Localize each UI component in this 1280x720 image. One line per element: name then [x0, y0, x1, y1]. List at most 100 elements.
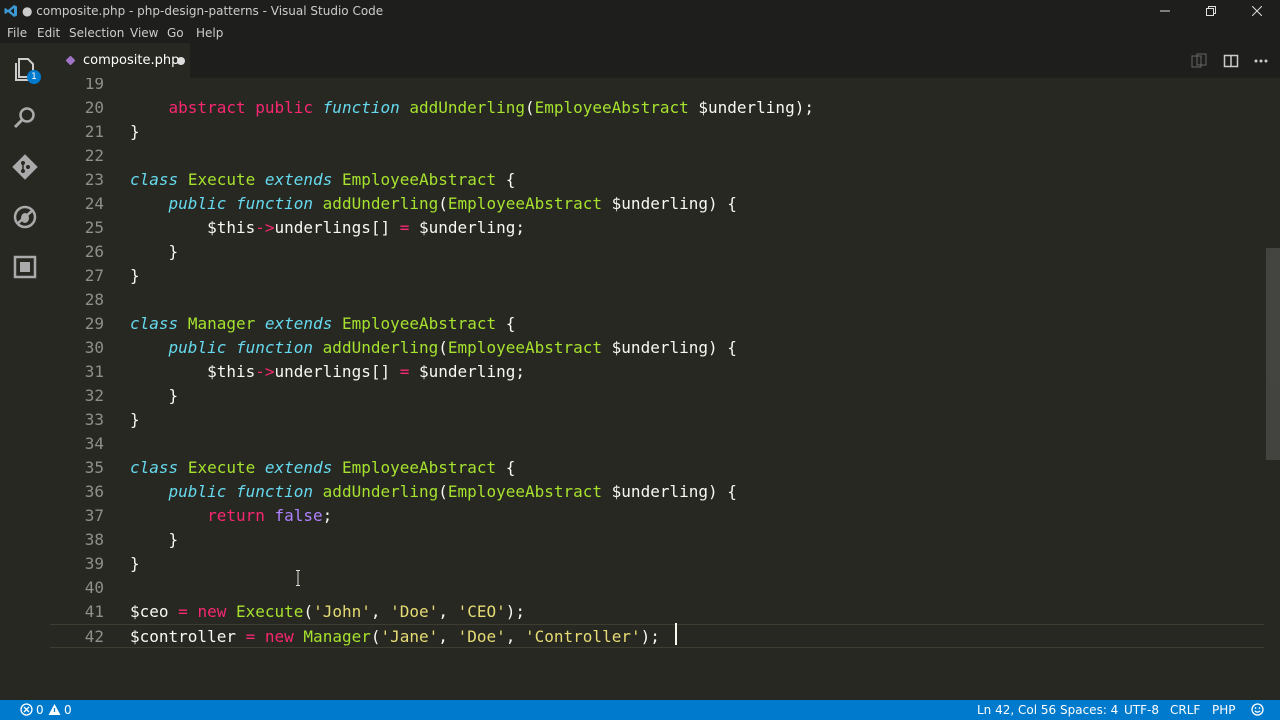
line-number: 24 [84, 194, 104, 213]
line-number: 19 [84, 78, 104, 93]
git-icon [12, 154, 38, 180]
encoding[interactable]: UTF-8 [1124, 703, 1159, 717]
code-line[interactable]: 32 } [50, 384, 1264, 408]
code-text[interactable]: } [130, 552, 140, 576]
code-line[interactable]: 28 [50, 288, 1264, 312]
code-line[interactable]: 42 $controller = new Manager('Jane', 'Doe… [50, 624, 1264, 648]
unsaved-dot-icon[interactable] [177, 57, 185, 65]
minimize-icon [1160, 10, 1170, 12]
code-text[interactable]: public function addUnderling(EmployeeAbs… [130, 480, 737, 504]
debug-button[interactable] [11, 203, 39, 231]
cursor-position[interactable]: Ln 42, Col 56 [977, 703, 1056, 717]
code-token: addUnderling [322, 194, 439, 213]
minimize-button[interactable] [1142, 0, 1188, 22]
code-line[interactable]: 22 [50, 144, 1264, 168]
indentation[interactable]: Spaces: 4 [1060, 703, 1118, 717]
code-text[interactable]: } [130, 408, 140, 432]
title-bar: ● composite.php - php-design-patterns - … [0, 0, 1280, 22]
code-token: 'Doe' [390, 602, 439, 621]
code-text[interactable]: class Execute extends EmployeeAbstract { [130, 168, 515, 192]
code-token: public [168, 338, 227, 357]
language-mode[interactable]: PHP [1212, 703, 1236, 717]
code-line[interactable]: 27} [50, 264, 1264, 288]
search-button[interactable] [11, 104, 39, 132]
code-text[interactable]: return false; [130, 504, 332, 528]
code-line[interactable]: 36 public function addUnderling(Employee… [50, 480, 1264, 504]
menu-file[interactable]: File [7, 26, 27, 40]
php-file-icon [66, 56, 75, 65]
menu-selection[interactable]: Selection [69, 26, 124, 40]
error-icon[interactable] [20, 703, 33, 716]
code-text[interactable]: class Manager extends EmployeeAbstract { [130, 312, 515, 336]
restore-button[interactable] [1188, 0, 1234, 22]
code-text[interactable]: } [130, 384, 179, 408]
code-text[interactable]: $ceo = new Execute('John', 'Doe', 'CEO')… [130, 600, 525, 624]
code-line[interactable]: 29 class Manager extends EmployeeAbstract… [50, 312, 1264, 336]
code-line[interactable]: 37 return false; [50, 504, 1264, 528]
line-number: 34 [84, 434, 104, 453]
code-text[interactable]: $controller = new Manager('Jane', 'Doe',… [130, 625, 660, 649]
warning-icon[interactable] [48, 703, 61, 716]
code-token: public [168, 482, 227, 501]
code-text[interactable]: $this->underlings[] = $underling; [130, 216, 525, 240]
code-token: ); [505, 602, 526, 621]
code-token: { [496, 314, 516, 333]
code-line[interactable]: 41 $ceo = new Execute('John', 'Doe', 'CEO… [50, 600, 1264, 624]
scrollbar-thumb[interactable] [1266, 248, 1280, 460]
split-editor-icon[interactable] [1223, 53, 1239, 69]
code-line[interactable]: 34 [50, 432, 1264, 456]
code-line[interactable]: 35 class Execute extends EmployeeAbstract… [50, 456, 1264, 480]
menu-go[interactable]: Go [167, 26, 184, 40]
code-text[interactable]: public function addUnderling(EmployeeAbs… [130, 336, 737, 360]
close-button[interactable] [1234, 0, 1280, 22]
code-token: } [130, 530, 179, 549]
code-token: EmployeeAbstract [341, 458, 497, 477]
code-line[interactable]: 30 public function addUnderling(Employee… [50, 336, 1264, 360]
line-number: 29 [84, 314, 104, 333]
code-token: public [168, 194, 227, 213]
extensions-button[interactable] [11, 253, 39, 281]
code-token: ( [524, 98, 535, 117]
menu-edit[interactable]: Edit [37, 26, 60, 40]
code-text[interactable]: } [130, 120, 140, 144]
code-line[interactable]: 39} [50, 552, 1264, 576]
code-line[interactable]: 33} [50, 408, 1264, 432]
warning-count[interactable]: 0 [64, 703, 72, 717]
code-token: EmployeeAbstract [341, 314, 497, 333]
code-text[interactable]: $this->underlings[] = $underling; [130, 360, 525, 384]
code-token: 'John' [313, 602, 371, 621]
status-bar: 0 0 Ln 42, Col 56 Spaces: 4 UTF-8 CRLF P… [0, 700, 1280, 720]
code-line[interactable]: 21} [50, 120, 1264, 144]
menu-view[interactable]: View [130, 26, 158, 40]
error-count[interactable]: 0 [36, 703, 44, 717]
code-line[interactable]: 40 [50, 576, 1264, 600]
code-line[interactable]: 20 abstract public function addUnderling… [50, 96, 1264, 120]
code-text[interactable]: class Execute extends EmployeeAbstract { [130, 456, 515, 480]
code-line[interactable]: 23 class Execute extends EmployeeAbstract… [50, 168, 1264, 192]
code-line[interactable]: 24 public function addUnderling(Employee… [50, 192, 1264, 216]
code-editor[interactable]: 19 20 abstract public function addUnderli… [50, 78, 1280, 700]
code-line[interactable]: 19 [50, 78, 1264, 96]
code-line[interactable]: 31 $this->underlings[] = $underling; [50, 360, 1264, 384]
code-text[interactable]: } [130, 240, 179, 264]
feedback-smiley-icon[interactable] [1251, 703, 1264, 716]
code-line[interactable]: 26 } [50, 240, 1264, 264]
line-ending[interactable]: CRLF [1170, 703, 1200, 717]
code-text[interactable]: public function addUnderling(EmployeeAbs… [130, 192, 737, 216]
code-text[interactable]: } [130, 528, 179, 552]
tab-composite-php[interactable]: composite.php [50, 43, 190, 78]
open-changes-icon[interactable] [1191, 53, 1207, 69]
code-text[interactable]: abstract public function addUnderling(Em… [130, 96, 814, 120]
source-control-button[interactable] [11, 153, 39, 181]
code-token: ( [438, 194, 448, 213]
code-text[interactable]: } [130, 264, 140, 288]
code-line[interactable]: 38 } [50, 528, 1264, 552]
more-actions-icon[interactable] [1253, 53, 1269, 69]
code-line[interactable]: 25 $this->underlings[] = $underling; [50, 216, 1264, 240]
menu-help[interactable]: Help [196, 26, 223, 40]
